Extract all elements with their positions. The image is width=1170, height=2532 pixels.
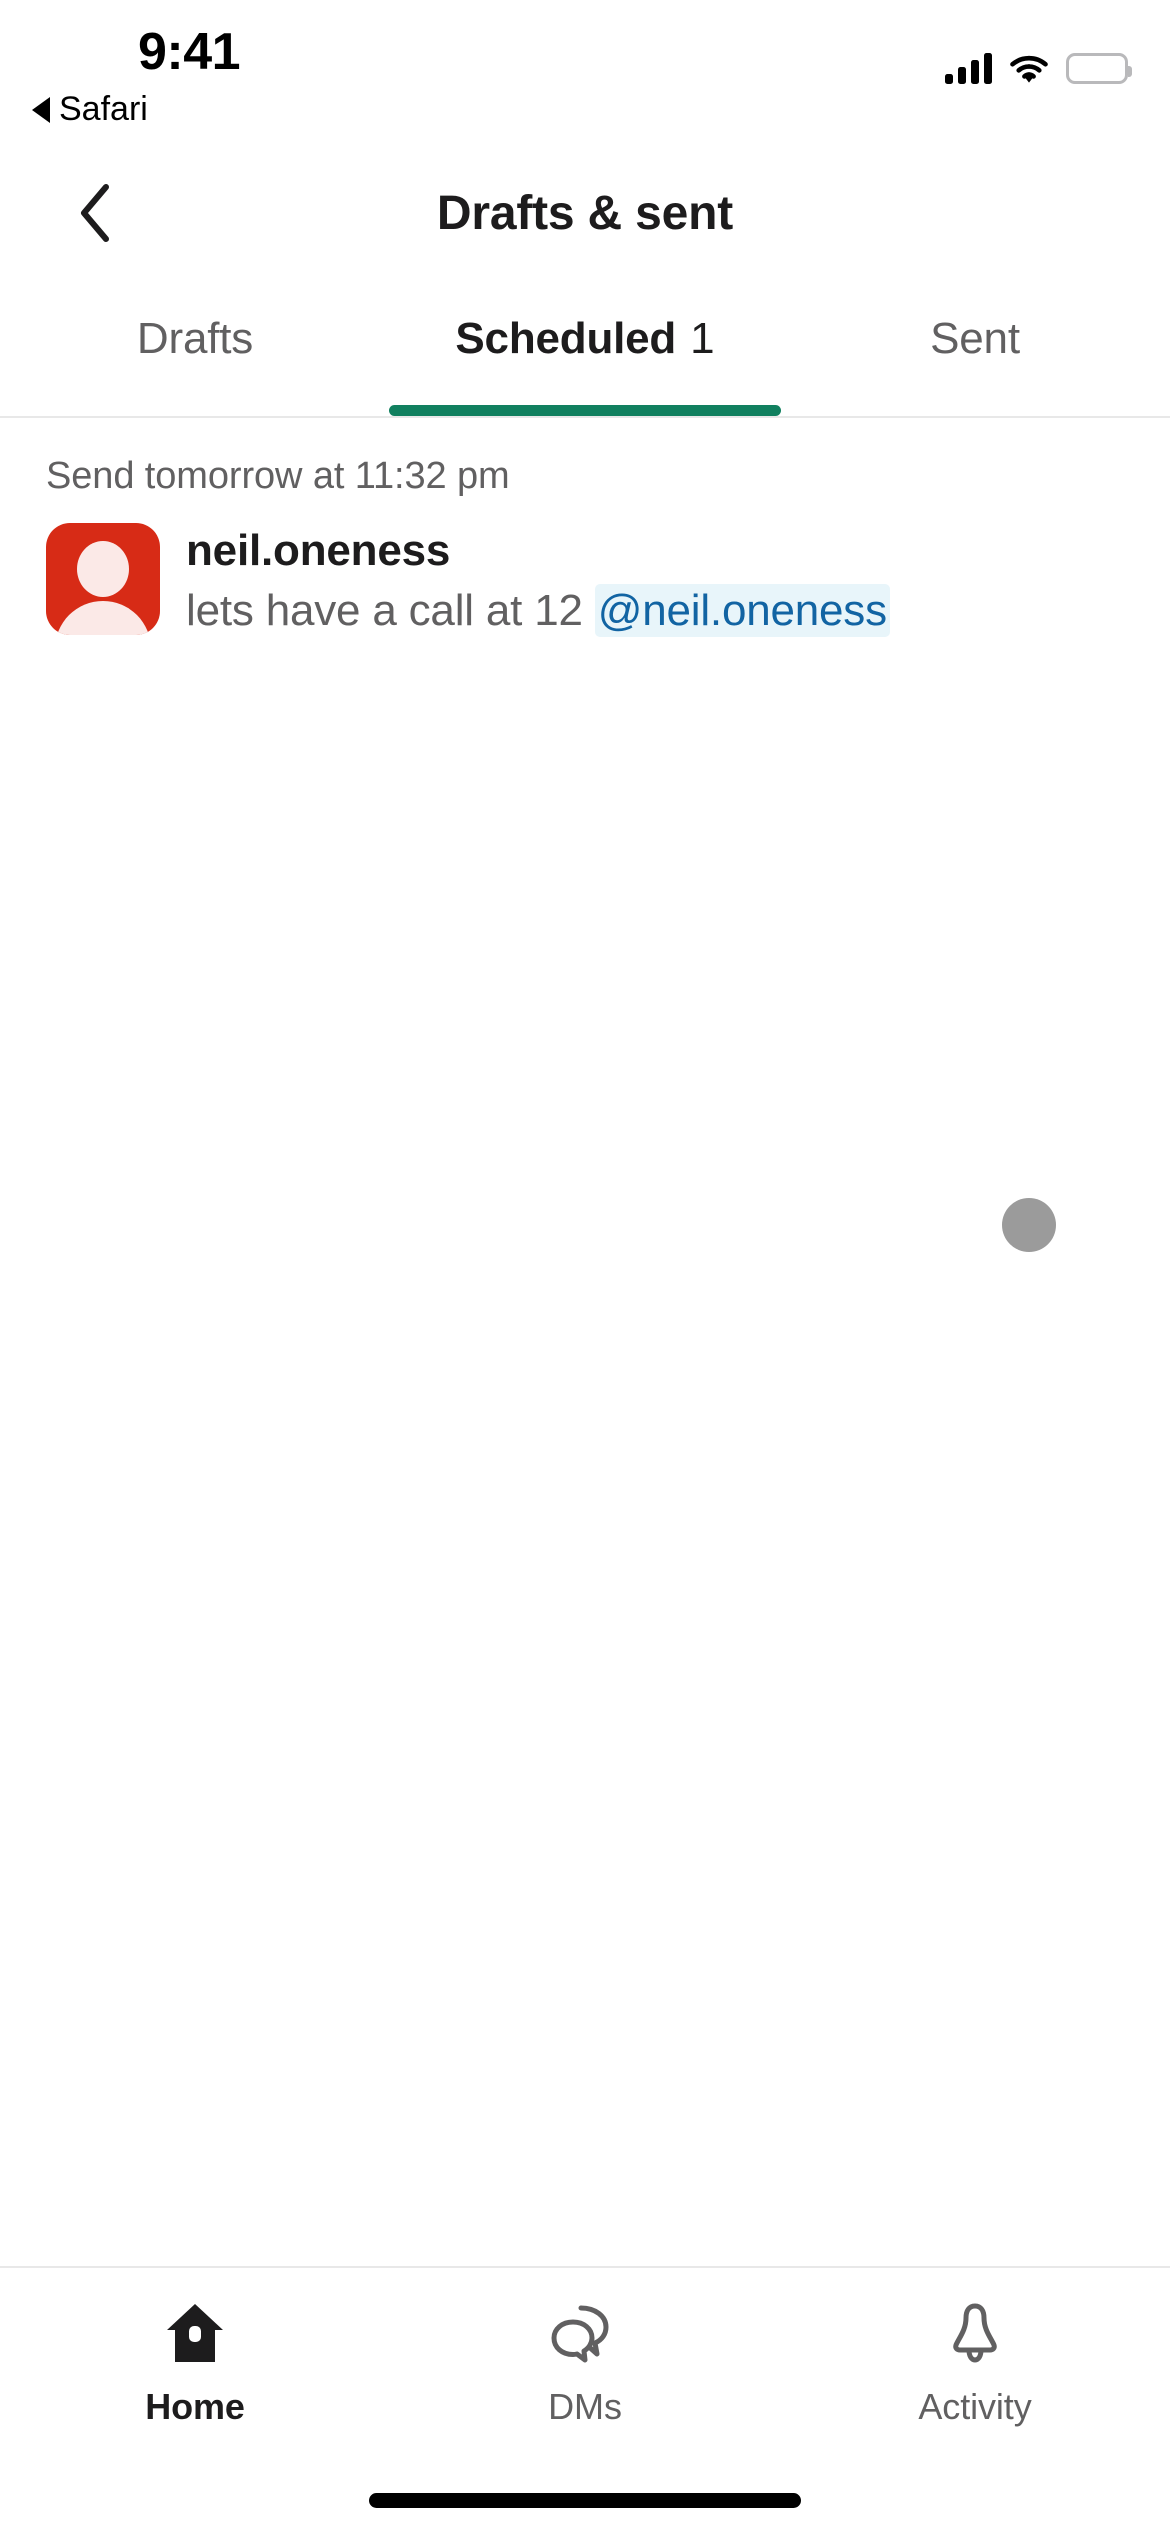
status-bar-time: 9:41 [138,23,241,81]
wifi-icon [1010,54,1048,84]
return-app-label: Safari [59,90,148,128]
home-indicator-bar[interactable] [369,2493,801,2508]
bottom-nav-home[interactable]: Home [0,2268,390,2478]
battery-full-icon [1066,53,1132,84]
cellular-signal-icon [945,52,992,84]
status-bar-indicators [945,52,1132,84]
speech-bubbles-icon [549,2296,621,2370]
message-text: lets have a call at 12 @neil.oneness [186,583,1130,638]
status-bar: 9:41 Safari [0,0,1170,140]
back-button[interactable] [52,166,138,260]
tab-scheduled-count: 1 [690,314,715,363]
triangle-left-icon [32,96,50,123]
message-text-plain: lets have a call at 12 [186,585,595,635]
tab-bar: Drafts Scheduled 1 Sent [0,288,1170,418]
bottom-nav-activity[interactable]: Activity [780,2268,1170,2478]
navigation-header: Drafts & sent [0,146,1170,280]
message-mention[interactable]: @neil.oneness [594,583,890,637]
tab-scheduled-label: Scheduled [455,314,677,363]
bottom-navigation-bar: Home DMs Activity [0,2266,1170,2532]
scheduled-send-time: Send tomorrow at 11:32 pm [46,455,510,497]
bottom-nav-activity-label: Activity [918,2386,1032,2427]
scheduled-messages-list: Send tomorrow at 11:32 pm neil.oneness l… [0,420,1170,2266]
tab-drafts-label: Drafts [136,314,254,363]
list-item[interactable]: neil.oneness lets have a call at 12 @nei… [46,523,1130,638]
tab-drafts[interactable]: Drafts [0,288,390,418]
tab-scheduled[interactable]: Scheduled 1 [390,288,780,418]
bell-icon [939,2296,1011,2370]
return-to-safari-button[interactable]: Safari [32,90,148,129]
message-username: neil.oneness [186,526,451,575]
message-body: neil.oneness lets have a call at 12 @nei… [186,523,1130,638]
page-title: Drafts & sent [436,186,734,240]
bottom-nav-home-label: Home [145,2386,245,2427]
touch-point-indicator [1002,1198,1056,1252]
tab-sent[interactable]: Sent [780,288,1170,418]
person-avatar-icon [46,523,160,635]
bottom-nav-dms-label: DMs [548,2386,622,2427]
chevron-left-icon [81,184,109,242]
tab-sent-label: Sent [930,314,1020,363]
active-tab-underline [389,405,781,416]
bottom-nav-dms[interactable]: DMs [390,2268,780,2478]
home-icon [159,2296,231,2370]
phone-screen: 9:41 Safari Drafts & sent Drafts Schedul… [0,0,1170,2532]
